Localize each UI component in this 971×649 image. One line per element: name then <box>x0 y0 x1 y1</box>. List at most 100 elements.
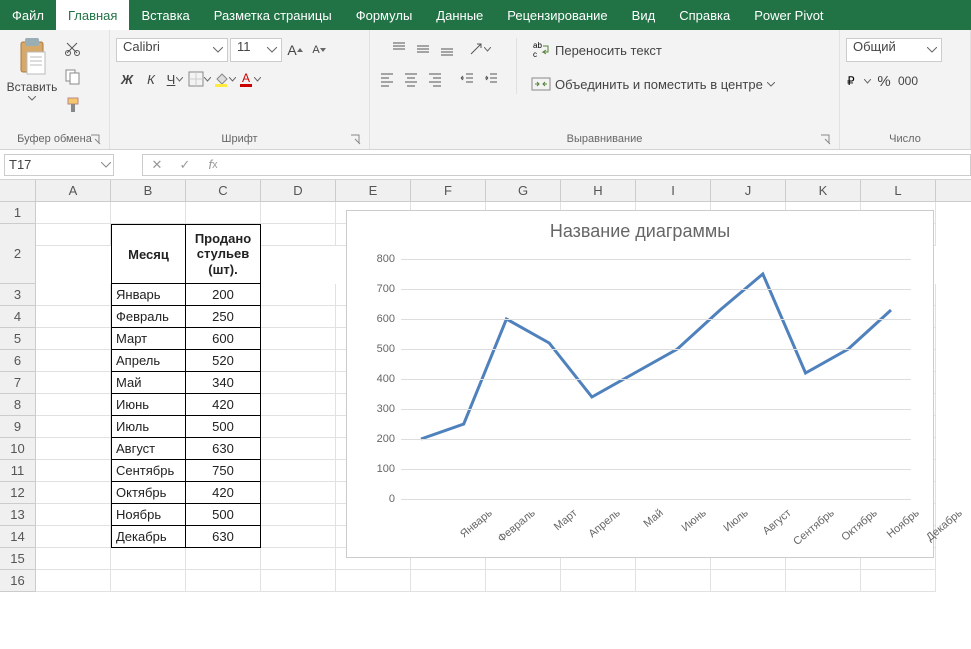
align-left-button[interactable] <box>376 68 398 90</box>
cell[interactable] <box>36 504 111 526</box>
row-header[interactable]: 15 <box>0 548 36 570</box>
column-header[interactable]: J <box>711 180 786 201</box>
cell[interactable] <box>486 570 561 592</box>
name-box[interactable]: T17 <box>4 154 114 176</box>
merge-center-button[interactable]: Объединить и поместить в центре <box>531 72 775 96</box>
row-header[interactable]: 12 <box>0 482 36 504</box>
cut-button[interactable] <box>62 38 84 60</box>
cancel-formula-button[interactable]: ✕ <box>143 157 171 173</box>
cell[interactable] <box>261 306 336 328</box>
align-top-button[interactable] <box>388 38 410 60</box>
row-header[interactable]: 8 <box>0 394 36 416</box>
row-header[interactable]: 6 <box>0 350 36 372</box>
ribbon-tab-8[interactable]: Справка <box>667 0 742 30</box>
dialog-launcher-icon[interactable] <box>349 133 363 147</box>
cell[interactable]: 420 <box>186 482 261 504</box>
cell[interactable]: Май <box>111 372 186 394</box>
row-header[interactable]: 3 <box>0 284 36 306</box>
column-header[interactable]: B <box>111 180 186 201</box>
grow-font-button[interactable]: A <box>284 39 306 61</box>
orientation-button[interactable] <box>468 38 491 60</box>
cell[interactable] <box>336 570 411 592</box>
cell[interactable] <box>36 548 111 570</box>
fill-color-button[interactable] <box>213 68 236 90</box>
cell[interactable] <box>261 526 336 548</box>
cell[interactable] <box>861 570 936 592</box>
cell[interactable] <box>261 224 336 246</box>
column-header[interactable]: K <box>786 180 861 201</box>
cell[interactable] <box>36 224 111 246</box>
ribbon-tab-7[interactable]: Вид <box>620 0 668 30</box>
ribbon-tab-6[interactable]: Рецензирование <box>495 0 619 30</box>
cell[interactable]: Июль <box>111 416 186 438</box>
cell[interactable]: Март <box>111 328 186 350</box>
cell[interactable]: 750 <box>186 460 261 482</box>
column-header[interactable]: H <box>561 180 636 201</box>
cell[interactable] <box>261 416 336 438</box>
dialog-launcher-icon[interactable] <box>89 133 103 147</box>
row-header[interactable]: 7 <box>0 372 36 394</box>
underline-button[interactable]: Ч <box>164 68 186 90</box>
ribbon-tab-9[interactable]: Power Pivot <box>742 0 835 30</box>
cell[interactable]: Август <box>111 438 186 460</box>
row-header[interactable]: 11 <box>0 460 36 482</box>
cell[interactable] <box>186 548 261 570</box>
cell[interactable] <box>561 570 636 592</box>
cell[interactable] <box>261 548 336 570</box>
bold-button[interactable]: Ж <box>116 68 138 90</box>
cell[interactable]: 250 <box>186 306 261 328</box>
decrease-indent-button[interactable] <box>456 68 478 90</box>
row-header[interactable]: 13 <box>0 504 36 526</box>
ribbon-tab-1[interactable]: Главная <box>56 0 129 30</box>
row-header[interactable]: 14 <box>0 526 36 548</box>
paste-button[interactable]: Вставить <box>6 34 58 104</box>
cell[interactable]: Апрель <box>111 350 186 372</box>
cell[interactable]: Октябрь <box>111 482 186 504</box>
ribbon-tab-2[interactable]: Вставка <box>129 0 201 30</box>
cell[interactable] <box>36 526 111 548</box>
cell[interactable] <box>261 372 336 394</box>
cell[interactable] <box>711 570 786 592</box>
column-header[interactable]: L <box>861 180 936 201</box>
cell[interactable] <box>636 570 711 592</box>
ribbon-tab-3[interactable]: Разметка страницы <box>202 0 344 30</box>
cell[interactable] <box>786 570 861 592</box>
italic-button[interactable]: К <box>140 68 162 90</box>
format-painter-button[interactable] <box>62 94 84 116</box>
cell[interactable] <box>261 202 336 224</box>
cell[interactable]: 340 <box>186 372 261 394</box>
accounting-format-button[interactable]: ₽ <box>846 70 871 92</box>
wrap-text-button[interactable]: abc Переносить текст <box>531 38 662 62</box>
cell[interactable] <box>261 460 336 482</box>
accept-formula-button[interactable]: ✓ <box>171 157 199 173</box>
cell[interactable] <box>36 416 111 438</box>
column-header[interactable]: G <box>486 180 561 201</box>
cell[interactable] <box>111 570 186 592</box>
align-right-button[interactable] <box>424 68 446 90</box>
ribbon-tab-5[interactable]: Данные <box>424 0 495 30</box>
cell[interactable]: Продано стульев (шт). <box>186 224 261 284</box>
select-all-corner[interactable] <box>0 180 36 201</box>
chart[interactable]: Название диаграммы 010020030040050060070… <box>346 210 934 558</box>
cell[interactable]: 600 <box>186 328 261 350</box>
cell[interactable] <box>36 570 111 592</box>
column-header[interactable]: I <box>636 180 711 201</box>
cell[interactable]: 520 <box>186 350 261 372</box>
row-header[interactable]: 5 <box>0 328 36 350</box>
cell[interactable]: 500 <box>186 504 261 526</box>
cell[interactable] <box>261 570 336 592</box>
number-format-select[interactable]: Общий <box>846 38 942 62</box>
font-color-button[interactable]: A <box>238 68 261 90</box>
cell[interactable] <box>261 394 336 416</box>
cell[interactable]: 500 <box>186 416 261 438</box>
cell[interactable] <box>261 438 336 460</box>
cell[interactable] <box>36 328 111 350</box>
column-header[interactable]: A <box>36 180 111 201</box>
row-header[interactable]: 16 <box>0 570 36 592</box>
fx-button[interactable]: fx <box>199 157 227 172</box>
cells-area[interactable]: Название диаграммы 010020030040050060070… <box>36 202 971 592</box>
column-header[interactable]: C <box>186 180 261 201</box>
column-header[interactable]: D <box>261 180 336 201</box>
row-header[interactable]: 2 <box>0 224 36 284</box>
row-header[interactable]: 10 <box>0 438 36 460</box>
